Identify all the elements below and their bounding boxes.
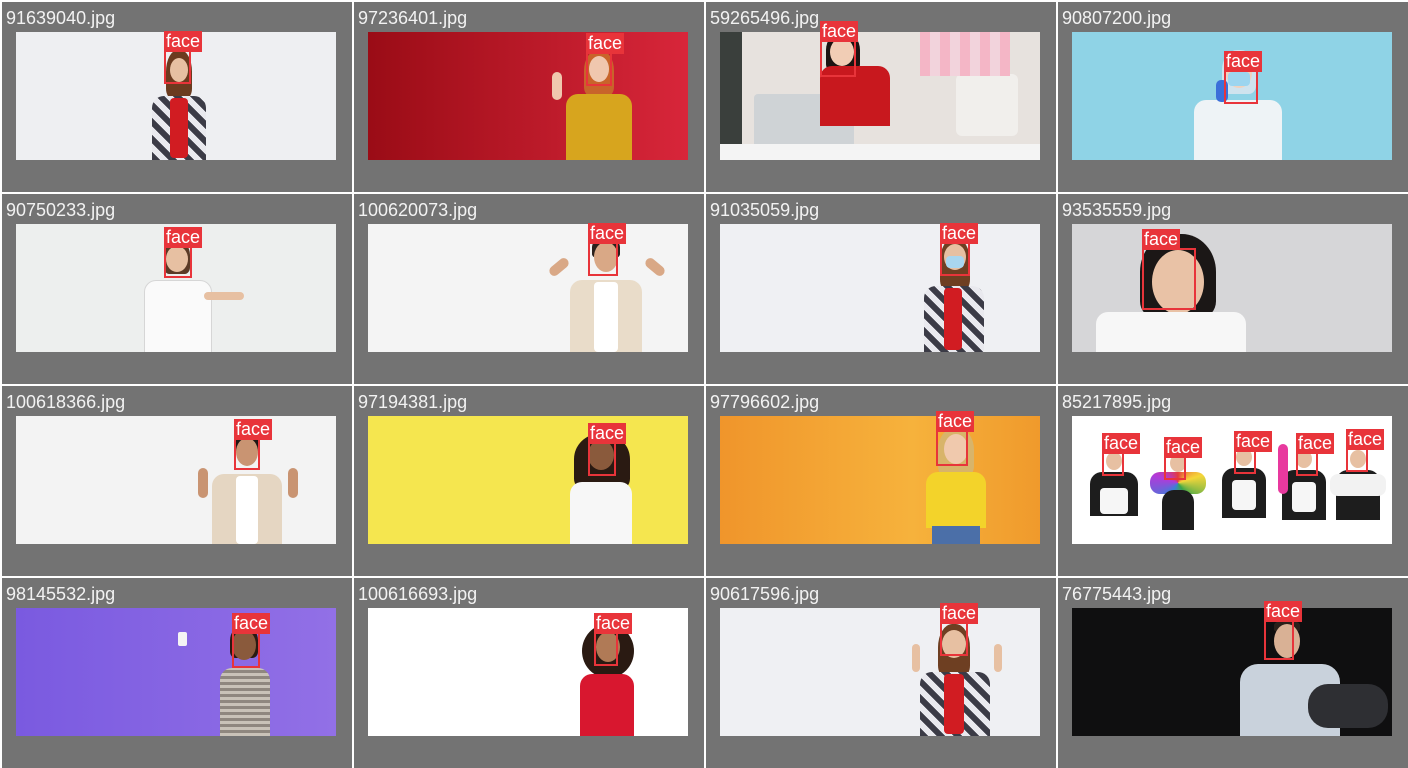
tile-filename: 90750233.jpg (6, 200, 116, 220)
face-label: face (234, 419, 273, 440)
tile-filename: 98145532.jpg (6, 584, 116, 604)
face-label: face (1164, 437, 1203, 458)
face-label: face (1234, 431, 1273, 452)
face-box: face (232, 613, 271, 668)
tile-image[interactable] (1072, 608, 1392, 736)
face-box: face (1234, 431, 1273, 474)
tile[interactable]: 93535559.jpg face (1058, 194, 1408, 384)
tile[interactable]: 100620073.jpg face (354, 194, 704, 384)
tile[interactable]: 97236401.jpg face (354, 2, 704, 192)
tile-image[interactable] (720, 416, 1040, 544)
tile-filename: 91639040.jpg (6, 8, 116, 28)
tile-filename: 90617596.jpg (710, 584, 820, 604)
tile-filename: 91035059.jpg (710, 200, 820, 220)
tile-image[interactable] (720, 32, 1040, 160)
tile-filename: 97796602.jpg (710, 392, 820, 412)
tile[interactable]: 85217895.jpg face face face face face (1058, 386, 1408, 576)
face-label: face (1296, 433, 1335, 454)
face-box: face (234, 419, 273, 470)
person (1238, 620, 1388, 736)
face-label: face (1264, 601, 1303, 622)
image-grid: 91639040.jpg face 97236401.jpg face 5926… (0, 0, 1408, 768)
tile[interactable]: 97796602.jpg face (706, 386, 1056, 576)
face-box: face (820, 21, 859, 77)
face-box: face (940, 603, 979, 656)
tile-filename: 85217895.jpg (1062, 392, 1172, 412)
face-box: face (164, 227, 203, 278)
tile[interactable]: 59265496.jpg face (706, 2, 1056, 192)
face-label: face (1224, 51, 1263, 72)
tile[interactable]: 91639040.jpg face (2, 2, 352, 192)
face-label: face (164, 227, 203, 248)
tile-filename: 100620073.jpg (358, 200, 478, 220)
face-box: face (594, 613, 633, 666)
face-box: face (588, 223, 627, 276)
tile-image[interactable] (1072, 224, 1392, 352)
tile[interactable]: 97194381.jpg face (354, 386, 704, 576)
tile-filename: 100616693.jpg (358, 584, 478, 604)
person (138, 240, 248, 352)
face-box: face (164, 31, 203, 84)
face-box: face (936, 411, 975, 466)
face-label: face (594, 613, 633, 634)
face-label: face (588, 223, 627, 244)
face-box: face (1164, 437, 1203, 480)
face-label: face (820, 21, 859, 42)
face-label: face (588, 423, 627, 444)
face-label: face (936, 411, 975, 432)
tile[interactable]: 90807200.jpg face (1058, 2, 1408, 192)
tile-image[interactable] (368, 32, 688, 160)
face-box: face (586, 33, 625, 86)
tile[interactable]: 100616693.jpg face (354, 578, 704, 768)
face-label: face (164, 31, 203, 52)
face-box: face (1224, 51, 1263, 104)
tile[interactable]: 76775443.jpg face (1058, 578, 1408, 768)
face-label: face (586, 33, 625, 54)
tile[interactable]: 100618366.jpg face (2, 386, 352, 576)
face-label: face (1102, 433, 1141, 454)
face-box: face (1296, 433, 1335, 476)
face-label: face (1142, 229, 1181, 250)
tile-image[interactable] (368, 416, 688, 544)
tile-filename: 59265496.jpg (710, 8, 820, 28)
tile-image[interactable] (368, 224, 688, 352)
tile-filename: 90807200.jpg (1062, 8, 1172, 28)
tile-image[interactable] (16, 608, 336, 736)
face-label: face (232, 613, 271, 634)
tile-filename: 97236401.jpg (358, 8, 468, 28)
face-label: face (940, 223, 979, 244)
tile-image[interactable] (16, 416, 336, 544)
face-box: face (1264, 601, 1303, 660)
face-label: face (940, 603, 979, 624)
tile-filename: 100618366.jpg (6, 392, 126, 412)
face-label: face (1346, 429, 1385, 450)
face-box: face (1102, 433, 1141, 476)
tile[interactable]: 91035059.jpg face (706, 194, 1056, 384)
tile-image[interactable] (720, 224, 1040, 352)
face-box: face (940, 223, 979, 276)
tile-filename: 97194381.jpg (358, 392, 468, 412)
face-box: face (588, 423, 627, 476)
phone (178, 632, 187, 646)
face-box: face (1346, 429, 1385, 472)
tile-image[interactable] (720, 608, 1040, 736)
tile[interactable]: 98145532.jpg face (2, 578, 352, 768)
tile[interactable]: 90617596.jpg face (706, 578, 1056, 768)
tile-filename: 93535559.jpg (1062, 200, 1172, 220)
tile[interactable]: 90750233.jpg face (2, 194, 352, 384)
tile-filename: 76775443.jpg (1062, 584, 1172, 604)
face-box: face (1142, 229, 1196, 310)
tile-image[interactable] (368, 608, 688, 736)
sewing-machine (956, 74, 1018, 136)
